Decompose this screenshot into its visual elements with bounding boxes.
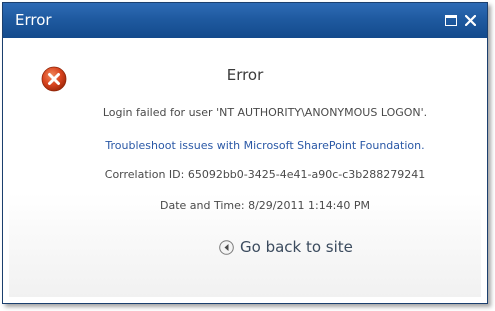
error-heading: Error [226, 66, 264, 84]
error-dialog: Error ? [2, 2, 488, 304]
dialog-content: Error Login failed for user 'NT AUTHORIT… [9, 38, 481, 297]
error-message: Login failed for user 'NT AUTHORITY\ANON… [102, 106, 428, 119]
go-back-link[interactable]: Go back to site [219, 238, 353, 256]
window-title: Error [15, 11, 52, 29]
back-arrow-icon [219, 239, 234, 255]
date-time: Date and Time: 8/29/2011 1:14:40 PM [159, 199, 371, 212]
go-back-label: Go back to site [240, 238, 353, 256]
title-bar[interactable]: Error [3, 3, 487, 38]
maximize-icon[interactable] [444, 13, 458, 27]
correlation-id: Correlation ID: 65092bb0-3425-4e41-a90c-… [104, 168, 426, 181]
close-icon[interactable] [463, 13, 477, 27]
troubleshoot-link[interactable]: Troubleshoot issues with Microsoft Share… [9, 139, 481, 152]
